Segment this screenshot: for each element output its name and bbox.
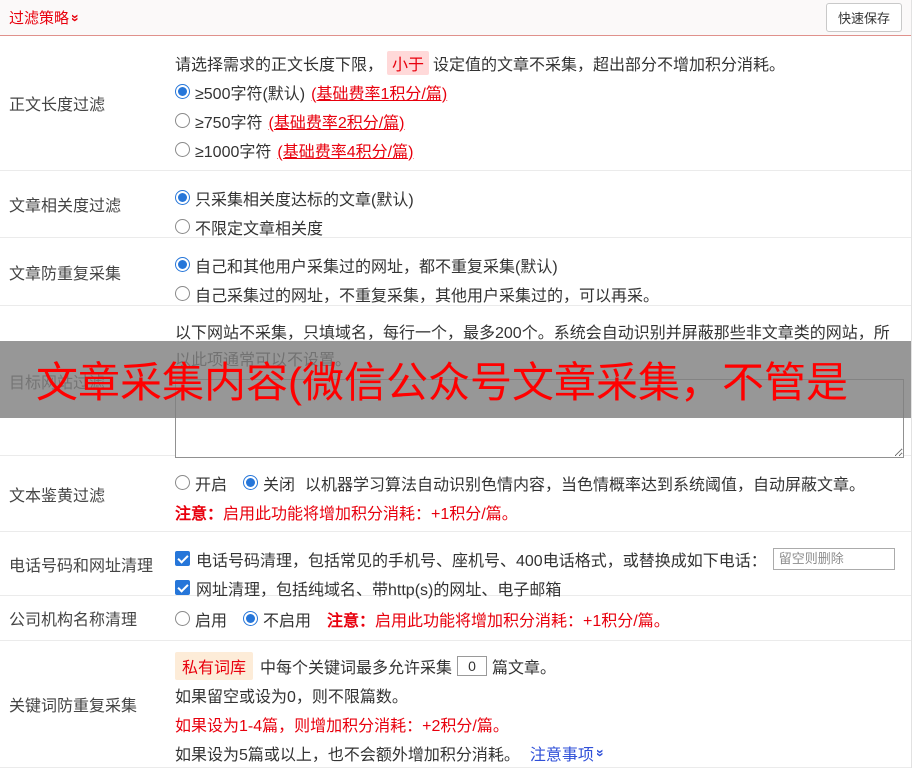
filter-strategy-page: 过滤策略 » 快速保存 正文长度过滤 请选择需求的正文长度下限， 小于 设定值的… [0,0,912,768]
header-bar: 过滤策略 » 快速保存 [0,0,911,36]
section-label: 文章防重复采集 [9,265,122,283]
radio-option-1000-chars[interactable]: ≥1000字符 (基础费率4积分/篇) [175,135,904,164]
blocked-sites-textarea[interactable] [175,379,904,458]
chevron-down-icon: » [592,748,609,757]
option-label: 启用 [195,612,228,630]
option-label: 开启 [195,476,228,494]
chevron-down-icon: » [67,13,84,22]
porn-filter-cost-note: 注意： 启用此功能将增加积分消耗：+1积分/篇。 [175,497,904,526]
section-porn-filter: 文本鉴黄过滤 开启 关闭 以机器学习算法自动识别色情内容，当色情概率达到系统阈值… [0,456,911,532]
body-length-intro: 请选择需求的正文长度下限， 小于 设定值的文章不采集，超出部分不增加积分消耗。 [175,48,904,77]
section-target-site: 目标网站过滤 以下网站不采集，只填域名，每行一个，最多200个。系统会自动识别并… [0,306,911,458]
checkbox-label: 电话号码清理，包括常见的手机号、座机号、400电话格式，或替换成如下电话： [196,552,767,570]
radio-option-porn-off[interactable]: 关闭 [243,471,295,495]
radio-checked-icon [175,190,190,205]
section-title-toggle[interactable]: 过滤策略 » [9,7,84,28]
option-label: ≥500字符(默认) [195,85,306,103]
note-text: 启用此功能将增加积分消耗：+1积分/篇。 [223,505,518,523]
keyword-rule-1-4: 如果设为1-4篇，则增加积分消耗：+2积分/篇。 [175,717,509,735]
radio-option-company-off[interactable]: 不启用 [243,607,311,631]
radio-icon [175,611,190,626]
radio-checked-icon [175,84,190,99]
radio-option-dedup-all-users[interactable]: 自己和其他用户采集过的网址，都不重复采集(默认) [175,250,904,279]
radio-checked-icon [175,257,190,272]
keyword-limit-text-end: 篇文章。 [492,659,557,677]
radio-icon [175,475,190,490]
radio-option-porn-on[interactable]: 开启 [175,471,227,495]
option-label: 不启用 [263,612,312,630]
notice-link[interactable]: 注意事项 [530,741,594,765]
checkbox-checked-icon [175,551,190,566]
radio-option-company-on[interactable]: 启用 [175,607,227,631]
option-label: ≥1000字符 [195,143,272,161]
note-prefix: 注意： [327,612,376,630]
option-label: 关闭 [263,476,296,494]
radio-icon [175,142,190,157]
radio-checked-icon [243,611,259,626]
option-label: ≥750字符 [195,114,263,132]
section-phone-url: 电话号码和网址清理 电话号码清理，包括常见的手机号、座机号、400电话格式，或替… [0,532,911,599]
keyword-limit-text: 中每个关键词最多允许采集 [260,659,453,677]
section-label: 文本鉴黄过滤 [9,487,106,505]
keyword-rule-zero: 如果留空或设为0，则不限篇数。 [175,688,408,706]
section-label: 关键词防重复采集 [9,698,138,715]
radio-option-relevance-required[interactable]: 只采集相关度达标的文章(默认) [175,183,904,212]
intro-text-post: 设定值的文章不采集，超出部分不增加积分消耗。 [433,56,786,74]
section-label: 目标网站过滤 [9,374,106,392]
keyword-rule-5plus: 如果设为5篇或以上，也不会额外增加积分消耗。 [175,746,520,764]
option-label: 自己和其他用户采集过的网址，都不重复采集(默认) [195,258,558,276]
option-label: 自己采集过的网址，不重复采集，其他用户采集过的，可以再采。 [195,287,660,305]
radio-option-dedup-self-only[interactable]: 自己采集过的网址，不重复采集，其他用户采集过的，可以再采。 [175,279,904,308]
section-label: 正文长度过滤 [9,97,106,114]
option-label: 不限定文章相关度 [195,220,324,238]
target-site-description: 以下网站不采集，只填域名，每行一个，最多200个。系统会自动识别并屏蔽那些非文章… [175,325,890,369]
option-label: 只采集相关度达标的文章(默认) [195,191,414,209]
section-body-length: 正文长度过滤 请选择需求的正文长度下限， 小于 设定值的文章不采集，超出部分不增… [0,36,911,171]
option-rate-note: (基础费率4积分/篇) [277,143,414,161]
section-relevance: 文章相关度过滤 只采集相关度达标的文章(默认) 不限定文章相关度 [0,171,911,238]
intro-text-pre: 请选择需求的正文长度下限， [175,56,384,74]
keyword-limit-input[interactable] [457,655,488,676]
radio-icon [175,286,190,301]
radio-checked-icon [243,475,259,490]
note-text: 启用此功能将增加积分消耗：+1积分/篇。 [375,612,670,630]
less-than-highlight: 小于 [387,50,430,75]
section-label: 电话号码和网址清理 [9,557,154,575]
section-dedup: 文章防重复采集 自己和其他用户采集过的网址，都不重复采集(默认) 自己采集过的网… [0,238,911,306]
radio-option-750-chars[interactable]: ≥750字符 (基础费率2积分/篇) [175,106,904,135]
checkbox-checked-icon [175,580,190,595]
option-rate-note: (基础费率2积分/篇) [268,114,405,132]
option-rate-note: (基础费率1积分/篇) [311,85,448,103]
page-title: 过滤策略 [9,10,70,27]
radio-option-500-chars[interactable]: ≥500字符(默认) (基础费率1积分/篇) [175,77,904,106]
replacement-phone-input[interactable] [772,547,895,570]
radio-option-relevance-any[interactable]: 不限定文章相关度 [175,212,904,241]
section-company-clean: 公司机构名称清理 启用 不启用 注意： 启用此功能将增加积分消耗：+1积分/篇。 [0,596,911,641]
radio-icon [175,219,190,234]
porn-filter-description: 以机器学习算法自动识别色情内容，当色情概率达到系统阈值，自动屏蔽文章。 [305,476,866,494]
section-label: 公司机构名称清理 [9,612,138,629]
section-keyword-dedup: 关键词防重复采集 私有词库 中每个关键词最多允许采集 篇文章。 如果留空或设为0… [0,641,911,768]
quick-save-button[interactable]: 快速保存 [825,3,902,32]
note-prefix: 注意： [175,505,224,523]
checkbox-phone-cleaning[interactable]: 电话号码清理，包括常见的手机号、座机号、400电话格式，或替换成如下电话： [175,547,767,571]
radio-icon [175,113,190,128]
section-label: 文章相关度过滤 [9,198,122,215]
private-lexicon-badge: 私有词库 [175,651,254,680]
